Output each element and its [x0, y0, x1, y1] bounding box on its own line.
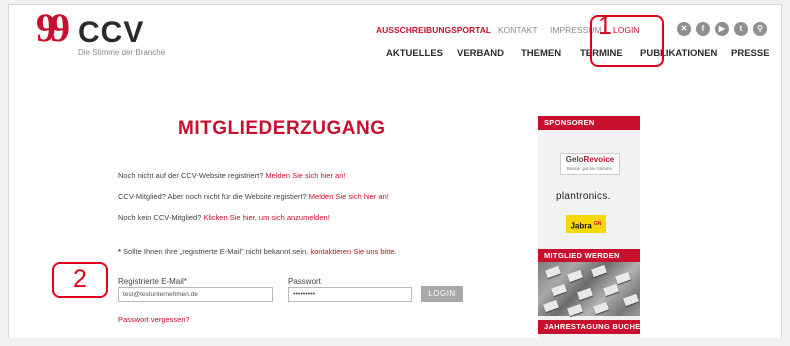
note-text: Sollte Ihnen Ihre „registrierte E-Mail" … — [123, 247, 309, 256]
info-line-register: Noch nicht auf der CCV-Website registrie… — [118, 171, 345, 181]
search-icon[interactable]: ⚲ — [753, 22, 767, 36]
asterisk: * — [118, 247, 121, 256]
email-help-note: * Sollte Ihnen Ihre „registrierte E-Mail… — [118, 247, 397, 257]
register-link[interactable]: Melden Sie sich hier an! — [265, 171, 345, 180]
ccv-logo[interactable]: 99 CCV Die Stimme der Branche — [36, 8, 166, 58]
gelo-slogan: Besser gut bei Stimme. — [566, 166, 614, 171]
mitglied-werden-image[interactable] — [538, 262, 640, 317]
top-nav-ausschreibungsportal[interactable]: AUSSCHREIBUNGSPORTAL — [376, 24, 491, 36]
jahrestagung-heading[interactable]: JAHRESTAGUNG BUCHEN — [538, 320, 646, 334]
password-field[interactable]: ••••••••• — [288, 287, 412, 302]
main-nav-verband[interactable]: VERBAND — [457, 48, 504, 60]
info-line-become-member: Noch kein CCV-Mitglied? Klicken Sie hier… — [118, 213, 330, 223]
note-period: . — [394, 247, 397, 256]
main-nav-themen[interactable]: THEMEN — [521, 48, 561, 60]
contact-us-link[interactable]: kontaktieren Sie uns bitte — [310, 247, 394, 256]
info-line-member-register: CCV-Mitglied? Aber noch nicht für die We… — [118, 192, 389, 202]
logo-quote-mark: 99 — [36, 5, 70, 50]
login-button[interactable]: LOGIN — [421, 286, 463, 302]
youtube-icon[interactable]: ▶ — [715, 22, 729, 36]
main-nav-presse[interactable]: PRESSE — [731, 48, 770, 60]
info-text: Noch kein CCV-Mitglied? — [118, 213, 202, 222]
mitglied-werden-heading[interactable]: MITGLIED WERDEN — [538, 249, 640, 263]
gelo-wordmark: GeloRevoice — [565, 155, 615, 164]
member-register-link[interactable]: Melden Sie sich hier an! — [309, 192, 389, 201]
main-nav-aktuelles[interactable]: AKTUELLES — [386, 48, 443, 60]
xing-icon[interactable]: ✕ — [677, 22, 691, 36]
email-field[interactable]: test@testunternehmen.de — [118, 287, 273, 302]
sponsor-jabra-logo[interactable]: Jabra GN — [566, 215, 606, 233]
info-text: CCV-Mitglied? Aber noch nicht für die We… — [118, 192, 307, 201]
top-nav-kontakt[interactable]: KONTAKT — [498, 24, 538, 36]
logo-tagline: Die Stimme der Branche — [78, 48, 166, 57]
twitter-icon[interactable]: t — [734, 22, 748, 36]
annotation-number-1: 1 — [598, 12, 612, 40]
email-label: Registrierte E-Mail* — [118, 277, 187, 286]
sponsor-plantronics-logo[interactable]: plantronics. — [556, 191, 611, 202]
sponsor-gelorevoice-logo[interactable]: GeloRevoice Besser gut bei Stimme. — [560, 153, 620, 175]
password-label: Passwort — [288, 277, 321, 286]
sponsors-heading: SPONSOREN — [538, 116, 640, 130]
info-text: Noch nicht auf der CCV-Website registrie… — [118, 171, 264, 180]
forgot-password-link[interactable]: Passwort vergessen? — [118, 315, 190, 324]
become-member-link[interactable]: Klicken Sie hier, um sich anzumelden! — [203, 213, 329, 222]
facebook-icon[interactable]: f — [696, 22, 710, 36]
page-title: MITGLIEDERZUGANG — [178, 118, 386, 139]
logo-wordmark: CCV — [78, 16, 145, 49]
annotation-number-2: 2 — [73, 265, 87, 293]
